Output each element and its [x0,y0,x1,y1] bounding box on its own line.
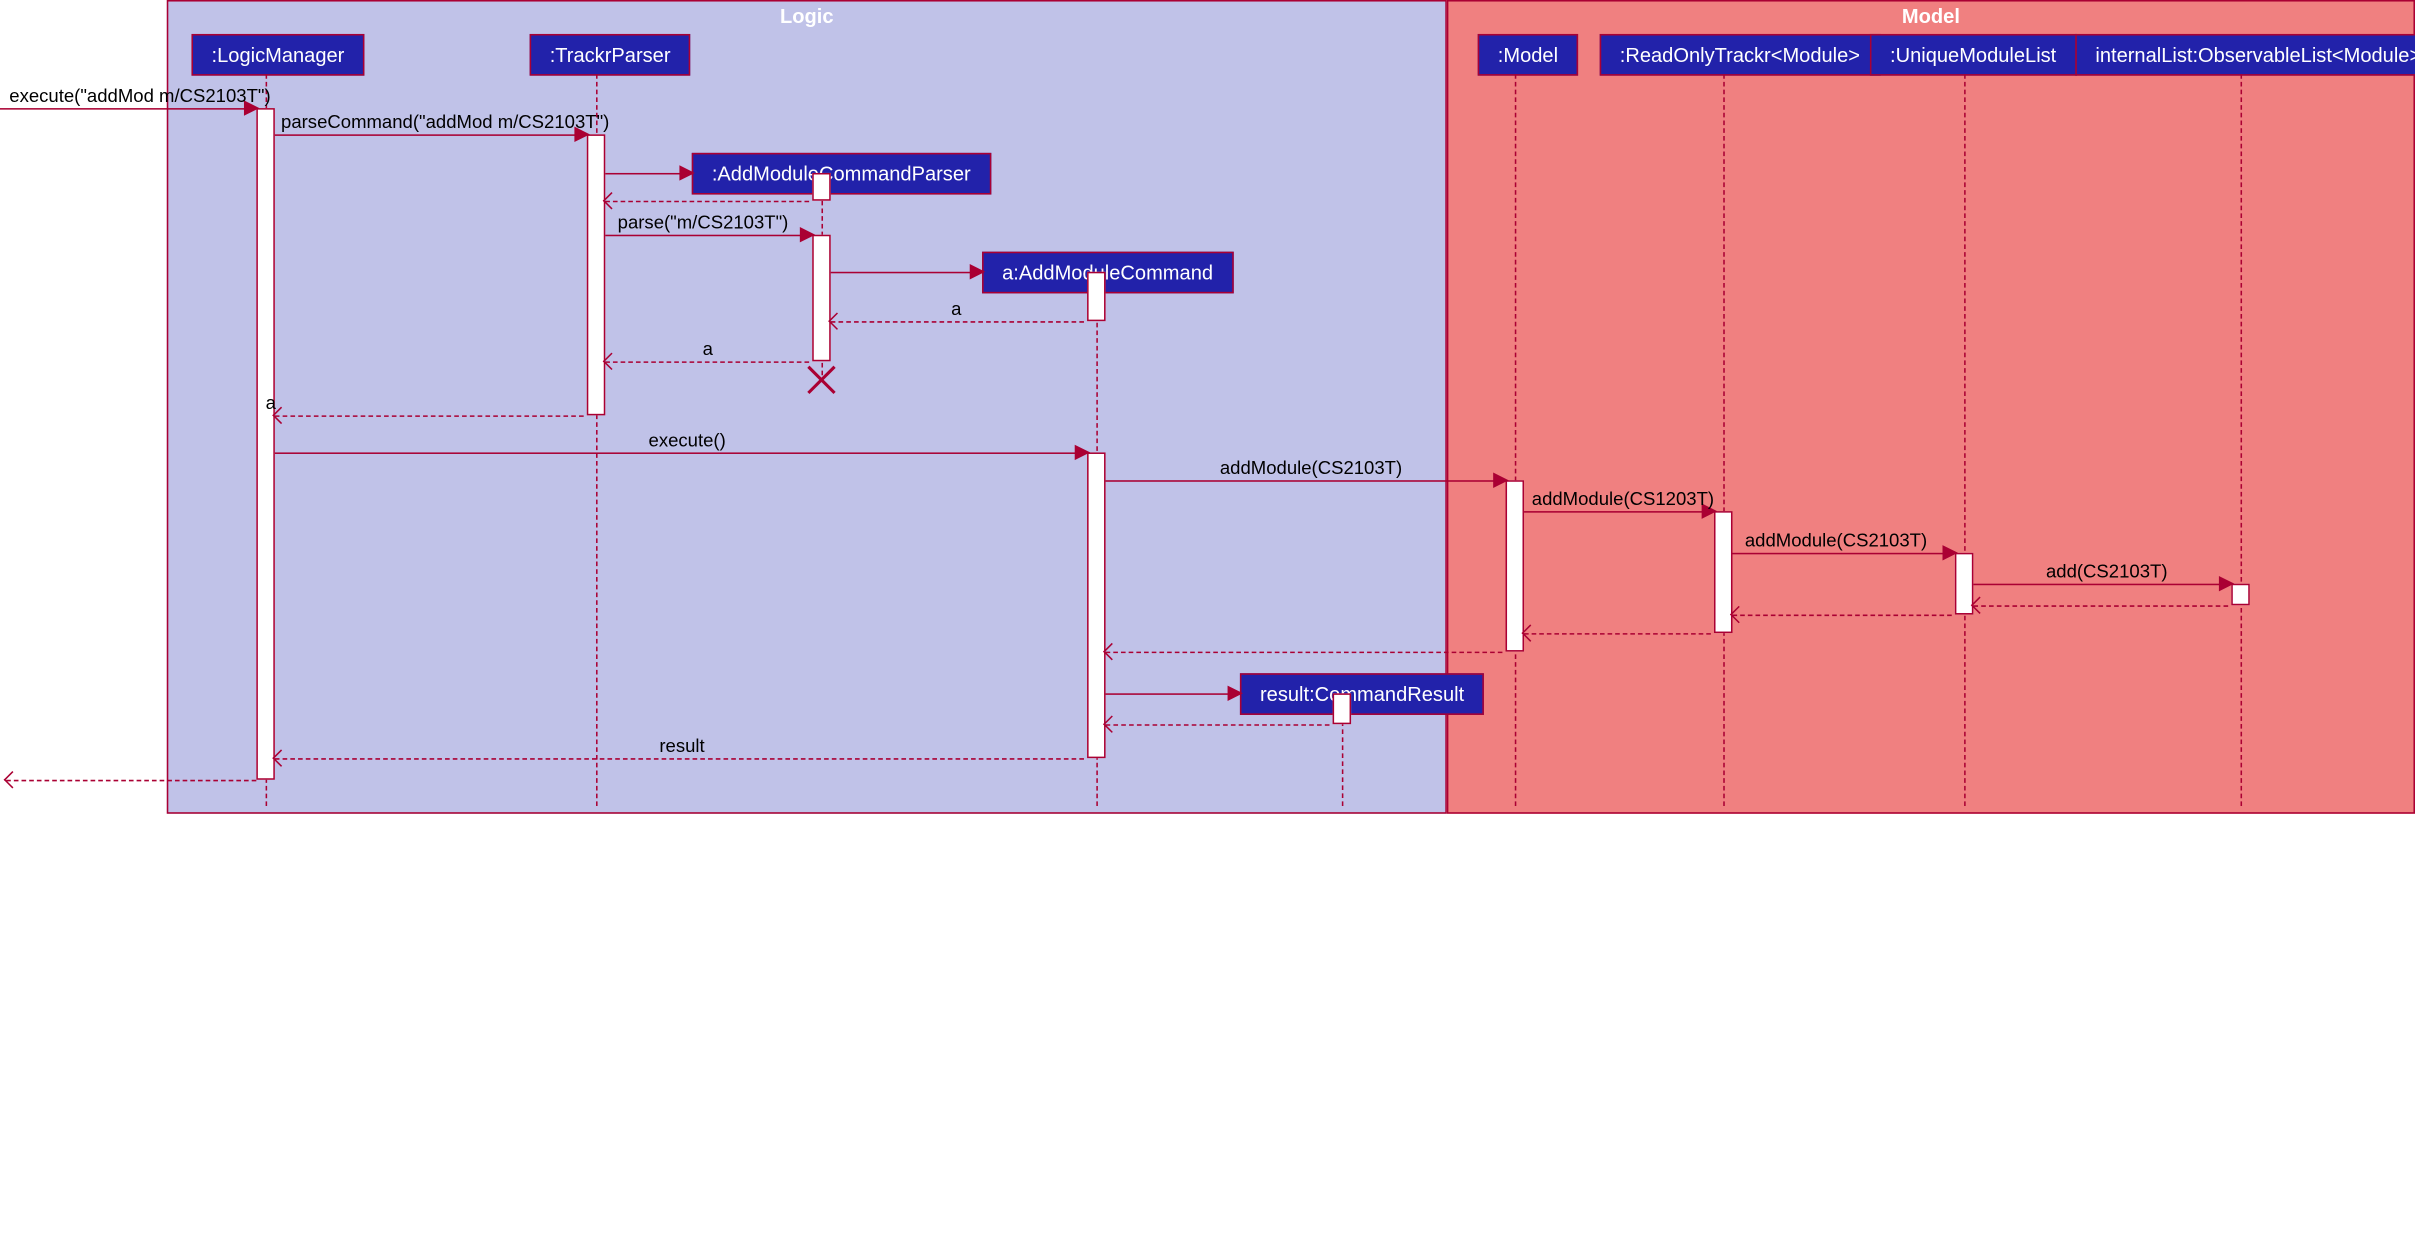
lifeline-unique-module-list [1964,74,1966,806]
sequence-diagram: Logic Model :LogicManager :TrackrParser … [0,0,2415,1252]
lifeline-observable-list [2241,74,2243,806]
arrow-ret-final [6,780,256,782]
arrow-ret-model [1106,652,1503,654]
label-addmodule2: addModule(CS1203T) [1532,488,1714,510]
destroy-icon [806,364,837,395]
arrow-ret-unique [1733,615,1952,617]
label-addmodule1: addModule(CS2103T) [1220,457,1402,479]
participant-trackr-parser: :TrackrParser [530,34,691,76]
label-parse: parse("m/CS2103T") [618,212,789,234]
participant-add-module-command: a:AddModuleCommand [982,252,1233,294]
activation-trackr-parser [587,134,606,415]
arrow-head [970,264,985,279]
arrow-add [1973,584,2225,586]
arrow-ret-a3 [275,415,584,417]
arrow-addmodule2 [1524,511,1708,513]
arrow-ret-rotrackr [1524,633,1711,635]
label-add: add(CS2103T) [2046,561,2168,583]
model-frame-title: Model [1448,2,2413,31]
label-execute1: execute("addMod m/CS2103T") [9,85,270,107]
label-a1: a [951,298,961,320]
participant-logic-manager: :LogicManager [191,34,364,76]
arrow-addmodule3 [1733,553,1949,555]
arrow-parse [605,235,806,237]
arrow-create-cmdresult [1106,693,1234,695]
activation-logic-manager [256,108,275,780]
label-addmodule3: addModule(CS2103T) [1745,530,1927,552]
arrow-parsecommand [275,134,581,136]
arrow-ret-a1 [831,321,1084,323]
lifeline-model [1515,74,1517,806]
arrow-addmodule1 [1106,480,1500,482]
participant-model: :Model [1478,34,1578,76]
arrow-execute1 [0,108,250,110]
arrow-head [800,227,815,242]
label-execute2: execute() [649,429,726,451]
lifeline-command-result [1342,713,1344,806]
arrow-head [1228,686,1243,701]
activation-model-1 [1506,480,1525,651]
participant-add-module-command-parser: :AddModuleCommandParser [692,153,991,195]
arrow-ret-cmdresult [1106,724,1330,726]
model-frame: Model [1447,0,2415,814]
arrow-ret-a2 [605,361,809,363]
activation-addcmd-2 [1087,452,1106,758]
arrow-create-parser [605,173,685,175]
logic-frame-title: Logic [168,2,1445,31]
participant-unique-module-list: :UniqueModuleList [1870,34,2076,76]
participant-command-result: result:CommandResult [1240,673,1484,715]
arrow-create-addcmd [831,272,976,274]
arrow-ret-create-parser [605,201,809,203]
activation-parser-1 [812,173,831,201]
label-parsecommand: parseCommand("addMod m/CS2103T") [281,111,609,133]
arrow-head [2219,576,2234,591]
arrow-head [1493,473,1508,488]
activation-cmdresult [1333,693,1352,724]
arrow-execute2 [275,452,1081,454]
arrow-head [679,165,694,180]
label-a2: a [703,338,713,360]
arrow-ret-result [275,758,1084,760]
participant-readonly-trackr: :ReadOnlyTrackr<Module> [1600,34,1880,76]
label-result: result [659,735,704,757]
activation-parser-2 [812,235,831,362]
arrow-head-open [4,771,21,788]
label-a3: a [266,392,276,414]
arrow-ret-obs [1973,605,2228,607]
arrow-head [1075,445,1090,460]
participant-observable-list: internalList:ObservableList<Module> [2075,34,2415,76]
activation-addcmd-1 [1087,272,1106,321]
arrow-head [1943,545,1958,560]
lifeline-readonly-trackr [1723,74,1725,806]
